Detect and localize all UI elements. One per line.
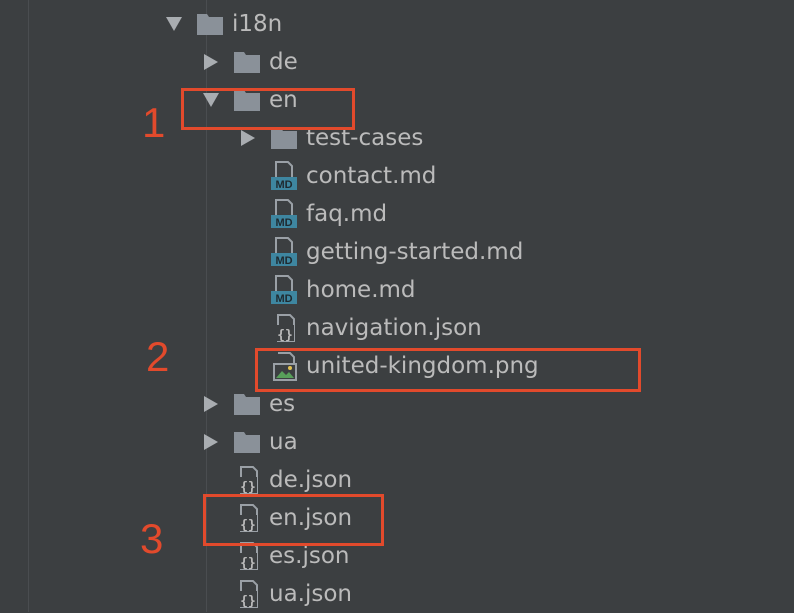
collapsed-arrow-icon[interactable] (199, 43, 223, 81)
expanded-arrow-icon[interactable] (162, 5, 186, 43)
md-badge-text: MD (275, 179, 292, 191)
annotation-number-3: 3 (140, 515, 164, 562)
markdown-file-icon: MD (270, 233, 298, 271)
tree-item-label: i18n (232, 11, 283, 37)
annotation-box-3 (203, 494, 384, 546)
tree-item-contact-md[interactable]: MD contact.md (270, 157, 436, 195)
tree-item-ua[interactable]: ua (199, 423, 298, 461)
tree-item-label: getting-started.md (306, 239, 524, 265)
tree-item-label: ua.json (269, 581, 353, 607)
collapsed-arrow-icon[interactable] (199, 385, 223, 423)
indent-guide (28, 0, 29, 612)
annotation-number-1: 1 (142, 99, 166, 146)
md-badge-text: MD (275, 293, 292, 305)
tree-item-navigation-json[interactable]: {} navigation.json (270, 309, 482, 347)
markdown-file-icon: MD (270, 157, 298, 195)
annotation-number-2: 2 (146, 333, 170, 380)
svg-text:{}: {} (240, 556, 256, 571)
tree-item-i18n[interactable]: i18n (162, 5, 282, 43)
tree-item-home-md[interactable]: MD home.md (270, 271, 416, 309)
folder-icon (233, 423, 261, 461)
md-badge-text: MD (275, 217, 292, 229)
tree-item-ua-json[interactable]: {} ua.json (233, 575, 352, 613)
markdown-file-icon: MD (270, 271, 298, 309)
folder-icon (196, 5, 224, 43)
tree-item-getting-started-md[interactable]: MD getting-started.md (270, 233, 523, 271)
folder-icon (233, 43, 261, 81)
svg-text:{}: {} (240, 594, 256, 609)
tree-item-label: faq.md (306, 201, 388, 227)
svg-text:{}: {} (277, 328, 293, 343)
markdown-file-icon: MD (270, 195, 298, 233)
tree-item-label: home.md (306, 277, 416, 303)
tree-item-de[interactable]: de (199, 43, 298, 81)
annotation-box-2 (255, 348, 641, 392)
json-file-icon: {} (233, 575, 261, 613)
tree-item-label: navigation.json (306, 315, 482, 341)
md-badge-text: MD (275, 255, 292, 267)
tree-item-label: contact.md (306, 163, 437, 189)
json-file-icon: {} (270, 309, 298, 347)
tree-item-label: ua (269, 429, 298, 455)
tree-item-label: de (269, 49, 298, 75)
annotation-box-1 (181, 88, 355, 130)
tree-item-faq-md[interactable]: MD faq.md (270, 195, 387, 233)
collapsed-arrow-icon[interactable] (199, 423, 223, 461)
svg-text:{}: {} (240, 480, 256, 495)
